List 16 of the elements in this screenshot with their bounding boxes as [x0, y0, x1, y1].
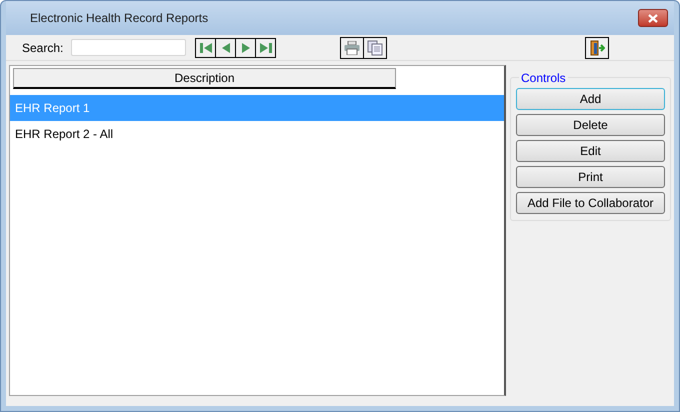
- search-label: Search:: [22, 40, 64, 56]
- search-field[interactable]: [71, 39, 186, 56]
- control-button[interactable]: Add: [516, 88, 665, 110]
- control-button[interactable]: Delete: [516, 114, 665, 136]
- window-title: Electronic Health Record Reports: [30, 10, 208, 27]
- control-button[interactable]: Add File to Collaborator: [516, 192, 665, 214]
- copy-icon[interactable]: [367, 40, 384, 56]
- exit-door-icon[interactable]: [589, 40, 606, 56]
- column-header[interactable]: Description: [13, 68, 396, 89]
- control-button[interactable]: Edit: [516, 140, 665, 162]
- control-button[interactable]: Print: [516, 166, 665, 188]
- printer-icon[interactable]: [344, 40, 360, 54]
- close-button[interactable]: [638, 9, 668, 27]
- close-icon: [648, 14, 658, 22]
- first-record-icon[interactable]: [198, 42, 213, 54]
- last-record-icon[interactable]: [258, 42, 273, 54]
